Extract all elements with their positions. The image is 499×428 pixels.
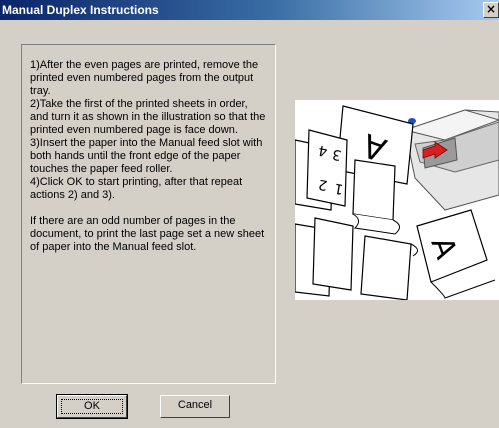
- instructions-panel: 1)After the even pages are printed, remo…: [21, 44, 276, 384]
- instruction-step-4: 4)Click OK to start printing, after that…: [30, 176, 243, 201]
- printer-icon: [403, 109, 499, 211]
- title-bar[interactable]: Manual Duplex Instructions ×: [0, 0, 499, 20]
- instruction-step-1: 1)After the even pages are printed, remo…: [30, 59, 259, 97]
- instruction-step-3: 3)Insert the paper into the Manual feed …: [30, 137, 263, 175]
- odd-pages-note: If there are an odd number of pages in t…: [30, 215, 265, 253]
- ok-button-label: OK: [61, 399, 123, 414]
- page-flipping: [352, 159, 400, 235]
- cancel-button[interactable]: Cancel: [160, 395, 230, 418]
- dialog-title: Manual Duplex Instructions: [2, 3, 159, 17]
- dialog-window: Manual Duplex Instructions × 1)After the…: [0, 0, 499, 428]
- printer-duplex-illustration: A 4 3 2 1 A: [294, 100, 499, 301]
- ok-button[interactable]: OK: [56, 394, 128, 419]
- close-button[interactable]: ×: [483, 2, 499, 18]
- page-stack-top: 4 3 2 1: [294, 129, 348, 211]
- instruction-step-2: 2)Take the first of the printed sheets i…: [30, 98, 266, 136]
- illustration-svg: A 4 3 2 1 A: [294, 105, 499, 301]
- close-icon: ×: [485, 2, 497, 16]
